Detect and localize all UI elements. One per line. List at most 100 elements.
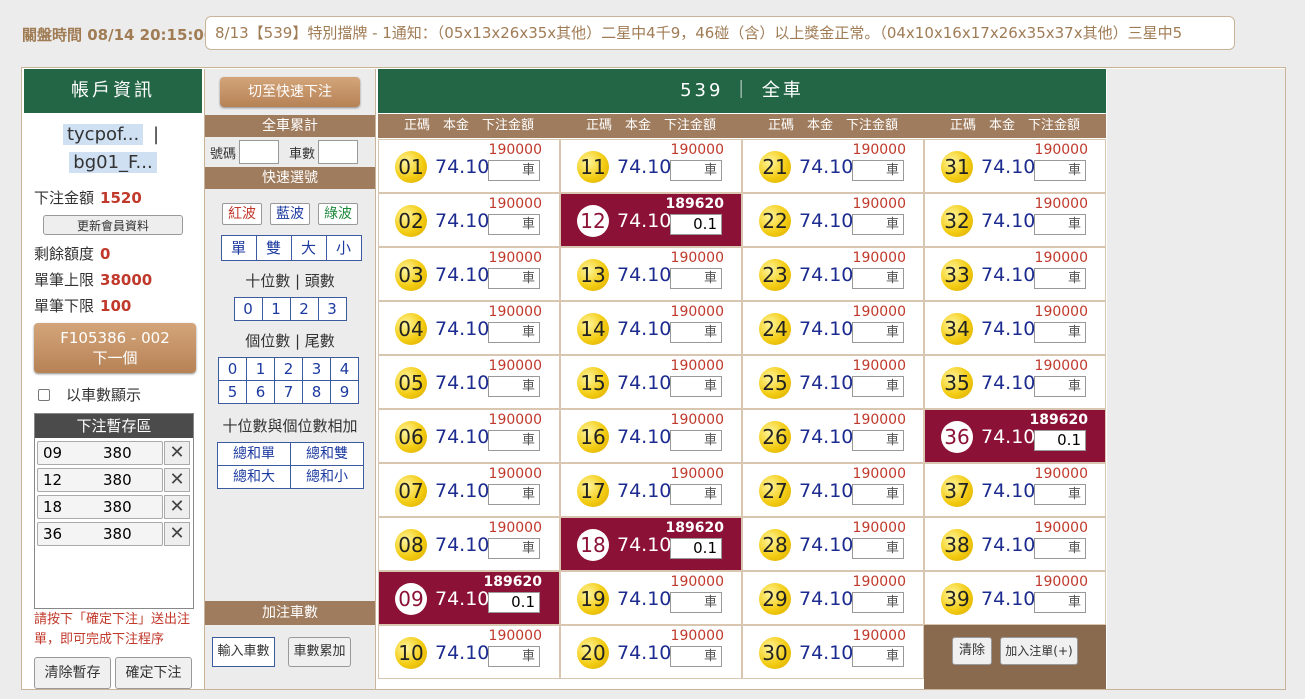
number-ball[interactable]: 18 [577,529,609,561]
bet-amount-input[interactable]: 車 [670,646,722,667]
number-ball[interactable]: 34 [941,313,973,345]
bet-amount-input[interactable]: 車 [1034,322,1086,343]
number-ball[interactable]: 01 [395,151,427,183]
toggle-quick-bet-button[interactable]: 切至快速下注 [220,77,360,107]
number-ball[interactable]: 15 [577,367,609,399]
bet-amount-input[interactable]: 車 [852,214,904,235]
number-ball[interactable]: 30 [759,637,791,669]
number-cell-06[interactable]: 06 74.10 190000 車 [378,409,560,463]
bet-amount-input[interactable]: 車 [670,160,722,181]
number-cell-39[interactable]: 39 74.10 190000 車 [924,571,1106,625]
number-cell-13[interactable]: 13 74.10 190000 車 [560,247,742,301]
bet-amount-input[interactable]: 0.1 [670,538,722,559]
number-cell-27[interactable]: 27 74.10 190000 車 [742,463,924,517]
show-by-car-checkbox[interactable] [38,389,50,401]
number-cell-19[interactable]: 19 74.10 190000 車 [560,571,742,625]
bet-amount-input[interactable]: 車 [488,538,540,559]
odd-even-button-3[interactable]: 小 [325,235,362,261]
units-button-4[interactable]: 4 [330,357,359,381]
number-cell-18[interactable]: 18 74.10 189620 0.1 [560,517,742,571]
delete-icon[interactable]: ✕ [164,441,190,465]
number-ball[interactable]: 28 [759,529,791,561]
input-car-button[interactable]: 輸入車數 [212,637,275,667]
number-ball[interactable]: 19 [577,583,609,615]
delete-icon[interactable]: ✕ [164,522,190,546]
number-ball[interactable]: 14 [577,313,609,345]
number-cell-33[interactable]: 33 74.10 190000 車 [924,247,1106,301]
number-cell-21[interactable]: 21 74.10 190000 車 [742,139,924,193]
number-ball[interactable]: 10 [395,637,427,669]
wave-button-0[interactable]: 紅波 [222,203,262,225]
number-ball[interactable]: 22 [759,205,791,237]
units-button-9[interactable]: 9 [330,380,359,404]
tens-button-2[interactable]: 2 [289,297,319,321]
number-ball[interactable]: 08 [395,529,427,561]
number-ball[interactable]: 31 [941,151,973,183]
units-button-7[interactable]: 7 [274,380,303,404]
bet-amount-input[interactable]: 車 [488,268,540,289]
bet-amount-input[interactable]: 車 [852,376,904,397]
number-ball[interactable]: 04 [395,313,427,345]
tens-button-1[interactable]: 1 [261,297,291,321]
number-ball[interactable]: 38 [941,529,973,561]
bet-amount-input[interactable]: 車 [852,268,904,289]
add-order-button[interactable]: 加入注單(+) [1000,637,1078,665]
number-ball[interactable]: 35 [941,367,973,399]
bet-amount-input[interactable]: 車 [488,160,540,181]
accumulate-car-button[interactable]: 車數累加 [288,637,351,667]
number-ball[interactable]: 07 [395,475,427,507]
number-cell-28[interactable]: 28 74.10 190000 車 [742,517,924,571]
number-cell-03[interactable]: 03 74.10 190000 車 [378,247,560,301]
odd-even-button-1[interactable]: 雙 [255,235,292,261]
number-ball[interactable]: 32 [941,205,973,237]
bet-amount-input[interactable]: 車 [488,214,540,235]
number-cell-29[interactable]: 29 74.10 190000 車 [742,571,924,625]
bet-amount-input[interactable]: 車 [1034,484,1086,505]
bet-amount-input[interactable]: 車 [670,268,722,289]
number-cell-11[interactable]: 11 74.10 190000 車 [560,139,742,193]
units-button-2[interactable]: 2 [274,357,303,381]
bet-amount-input[interactable]: 車 [1034,268,1086,289]
bet-amount-input[interactable]: 車 [852,592,904,613]
units-button-5[interactable]: 5 [218,380,247,404]
units-button-6[interactable]: 6 [246,380,275,404]
number-ball[interactable]: 06 [395,421,427,453]
bet-amount-input[interactable]: 車 [852,538,904,559]
number-cell-10[interactable]: 10 74.10 190000 車 [378,625,560,679]
number-ball[interactable]: 24 [759,313,791,345]
number-cell-12[interactable]: 12 74.10 189620 0.1 [560,193,742,247]
number-cell-05[interactable]: 05 74.10 190000 車 [378,355,560,409]
bet-amount-input[interactable]: 車 [852,484,904,505]
number-cell-35[interactable]: 35 74.10 190000 車 [924,355,1106,409]
sum-button-2[interactable]: 總和大 [217,465,291,489]
show-by-car-option[interactable]: 以車數顯示 [38,385,202,405]
units-button-3[interactable]: 3 [302,357,331,381]
number-ball[interactable]: 37 [941,475,973,507]
bet-amount-input[interactable]: 車 [670,430,722,451]
bet-amount-input[interactable]: 車 [852,322,904,343]
tens-button-3[interactable]: 3 [317,297,347,321]
wave-button-2[interactable]: 綠波 [318,203,358,225]
number-ball[interactable]: 17 [577,475,609,507]
number-cell-32[interactable]: 32 74.10 190000 車 [924,193,1106,247]
bet-amount-input[interactable]: 車 [1034,538,1086,559]
number-cell-31[interactable]: 31 74.10 190000 車 [924,139,1106,193]
bet-amount-input[interactable]: 車 [1034,160,1086,181]
bet-amount-input[interactable]: 0.1 [670,214,722,235]
wave-button-1[interactable]: 藍波 [270,203,310,225]
number-cell-24[interactable]: 24 74.10 190000 車 [742,301,924,355]
bet-amount-input[interactable]: 0.1 [488,592,540,613]
number-cell-26[interactable]: 26 74.10 190000 車 [742,409,924,463]
sum-button-3[interactable]: 總和小 [290,465,364,489]
odd-even-button-2[interactable]: 大 [290,235,327,261]
number-ball[interactable]: 25 [759,367,791,399]
number-cell-15[interactable]: 15 74.10 190000 車 [560,355,742,409]
number-ball[interactable]: 33 [941,259,973,291]
car-input[interactable] [318,140,359,164]
number-cell-16[interactable]: 16 74.10 190000 車 [560,409,742,463]
number-cell-17[interactable]: 17 74.10 190000 車 [560,463,742,517]
number-cell-07[interactable]: 07 74.10 190000 車 [378,463,560,517]
number-cell-23[interactable]: 23 74.10 190000 車 [742,247,924,301]
sum-button-1[interactable]: 總和雙 [290,442,364,466]
update-member-button[interactable]: 更新會員資料 [43,215,183,235]
